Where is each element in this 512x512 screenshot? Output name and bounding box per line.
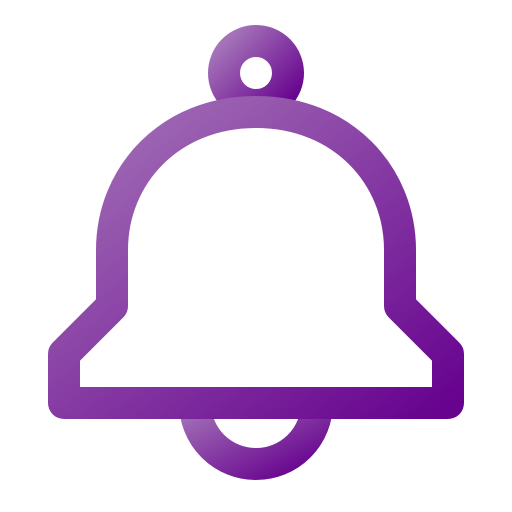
icon-canvas <box>0 0 512 512</box>
bell-icon <box>48 25 464 480</box>
bell-body <box>48 96 464 419</box>
bell-top-ring <box>208 25 304 121</box>
